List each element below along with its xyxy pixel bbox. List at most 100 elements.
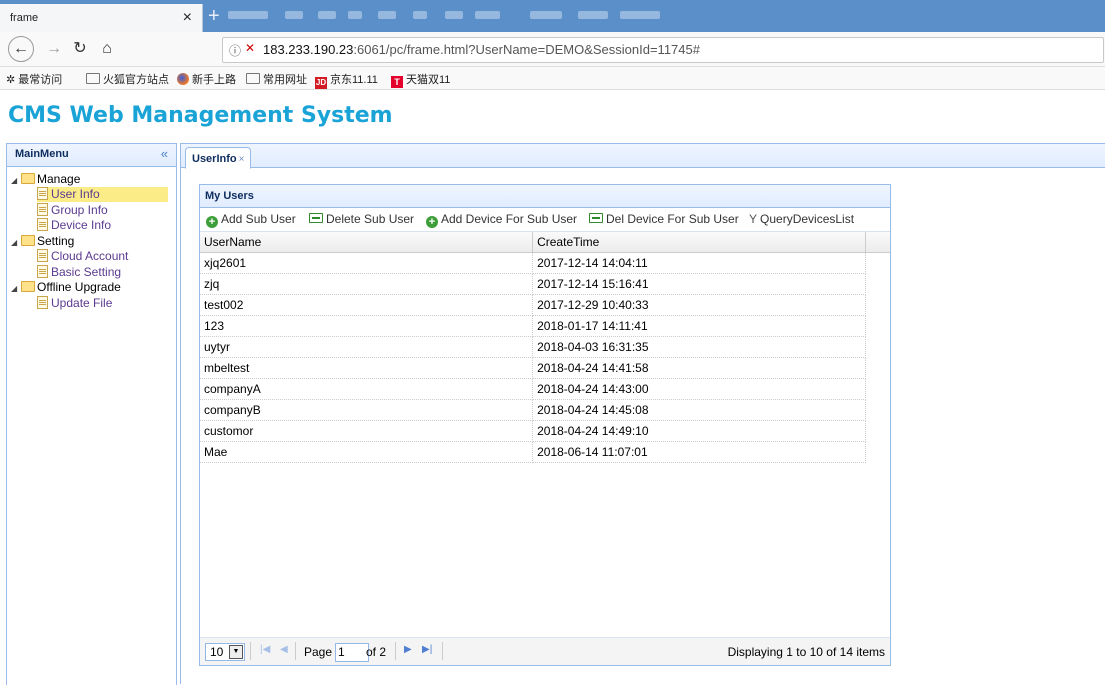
tree-item-update-file[interactable]: Update File [37,296,112,311]
folder-icon [86,73,100,84]
blurred-tab[interactable] [285,11,303,19]
bookmark-jd[interactable]: JD 京东11.11 [315,71,378,89]
url-bar[interactable]: ⓘ ✕ 183.233.190.23:6061/pc/frame.html?Us… [222,37,1104,63]
file-icon [37,296,48,309]
folder-icon [21,235,35,246]
tree-group-offline-upgrade[interactable]: ◢ Offline Upgrade [11,280,121,295]
next-page-icon[interactable]: ▶ [404,644,412,655]
expand-arrow-icon[interactable]: ◢ [11,235,21,250]
grid-title-bar: My Users [200,185,890,208]
column-header-username[interactable]: UserName [200,232,534,253]
reload-icon[interactable]: ↻ [68,38,92,60]
bookmarks-bar: ✲ 最常访问 火狐官方站点 新手上路 常用网址 JD 京东11.11 T 天猫双11 [0,67,1105,90]
tree-item-user-info[interactable]: User Info [37,187,168,202]
separator [250,642,251,660]
insecure-lock-icon[interactable]: ✕ [245,41,255,55]
username-cell: customor [200,420,534,442]
bookmark-common-sites[interactable]: 常用网址 [246,71,307,87]
table-row[interactable]: Mae 2018-06-14 11:07:01 [200,441,890,463]
app-title: CMS Web Management System [8,103,393,128]
blurred-tab[interactable] [445,11,463,19]
blurred-tab[interactable] [413,11,427,19]
blurred-tab[interactable] [228,11,268,19]
username-cell: companyA [200,378,534,400]
url-text: 183.233.190.23:6061/pc/frame.html?UserNa… [263,42,700,57]
add-device-for-sub-user-button[interactable]: + Add Device For Sub User [426,212,577,228]
column-header-createtime[interactable]: CreateTime [532,232,867,253]
createtime-cell: 2018-04-24 14:43:00 [532,378,867,400]
folder-icon [21,281,35,292]
collapse-icon[interactable]: « [161,146,168,161]
username-cell: Mae [200,441,534,463]
blurred-tab[interactable] [348,11,362,19]
prev-page-icon[interactable]: ◀ [280,644,288,655]
createtime-cell: 2018-01-17 14:11:41 [532,315,867,337]
last-page-icon[interactable]: ▶| [422,644,432,655]
info-icon[interactable]: ⓘ [229,42,241,59]
table-row[interactable]: uytyr 2018-04-03 16:31:35 [200,336,890,358]
bookmark-firefox-site[interactable]: 火狐官方站点 [86,71,169,87]
jd-icon: JD [315,77,327,89]
expand-arrow-icon[interactable]: ◢ [11,173,21,188]
delete-sub-user-button[interactable]: Delete Sub User [309,212,414,226]
row-spacer [866,316,890,337]
tab-userinfo[interactable]: UserInfo × [185,147,252,169]
chevron-down-icon[interactable]: ▼ [229,645,243,659]
row-spacer [866,379,890,400]
username-cell: zjq [200,273,534,295]
blurred-tab[interactable] [318,11,336,19]
tree-group-setting[interactable]: ◢ Setting [11,234,74,249]
browser-tab[interactable]: frame × [0,4,203,32]
first-page-icon[interactable]: |◀ [260,644,270,655]
file-icon [37,187,48,200]
main-menu-header: MainMenu « [7,144,176,167]
close-icon[interactable]: × [239,154,245,165]
createtime-cell: 2018-04-24 14:41:58 [532,357,867,379]
tree-group-manage[interactable]: ◢ Manage [11,172,80,187]
tree-item-device-info[interactable]: Device Info [37,218,111,233]
new-tab-icon[interactable]: + [208,5,220,28]
table-row[interactable]: mbeltest 2018-04-24 14:41:58 [200,357,890,379]
bookmark-most-visited[interactable]: ✲ 最常访问 [6,71,62,87]
users-table: UserName CreateTime xjq2601 2017-12-14 14… [200,232,890,463]
add-icon: + [206,216,218,228]
gear-icon: ✲ [6,74,16,86]
username-cell: mbeltest [200,357,534,379]
createtime-cell: 2018-04-03 16:31:35 [532,336,867,358]
content-area: UserInfo × My Users + Add Sub User Delete … [180,143,1105,684]
blurred-tab[interactable] [475,11,500,19]
blurred-tab[interactable] [578,11,608,19]
remove-icon [589,213,603,223]
blurred-tab[interactable] [620,11,660,19]
bookmark-tmall[interactable]: T 天猫双11 [391,71,450,88]
table-row[interactable]: customor 2018-04-24 14:49:10 [200,420,890,442]
page-size-select[interactable]: 10 ▼ [205,643,245,661]
forward-icon[interactable]: → [42,38,66,60]
file-icon [37,265,48,278]
table-row[interactable]: companyA 2018-04-24 14:43:00 [200,378,890,400]
expand-arrow-icon[interactable]: ◢ [11,281,21,296]
bookmark-getting-started[interactable]: 新手上路 [177,71,236,87]
page-number-input[interactable] [335,643,369,662]
del-device-for-sub-user-button[interactable]: Del Device For Sub User [589,212,739,226]
table-row[interactable]: xjq2601 2017-12-14 14:04:11 [200,252,890,274]
add-sub-user-button[interactable]: + Add Sub User [206,212,296,228]
tree-item-group-info[interactable]: Group Info [37,203,108,218]
tree-item-basic-setting[interactable]: Basic Setting [37,265,121,280]
home-icon[interactable]: ⌂ [95,38,119,60]
table-row[interactable]: companyB 2018-04-24 14:45:08 [200,399,890,421]
row-spacer [866,337,890,358]
table-row[interactable]: test002 2017-12-29 10:40:33 [200,294,890,316]
tree-item-cloud-account[interactable]: Cloud Account [37,249,128,264]
table-row[interactable]: 123 2018-01-17 14:11:41 [200,315,890,337]
username-cell: uytyr [200,336,534,358]
main-menu-panel: MainMenu « ◢ Manage User Info Group Info … [6,143,177,685]
remove-icon [309,213,323,223]
table-row[interactable]: zjq 2017-12-14 15:16:41 [200,273,890,295]
file-icon [37,249,48,262]
blurred-tab[interactable] [378,11,396,19]
back-icon[interactable]: ← [8,36,34,62]
close-tab-icon[interactable]: × [183,9,192,27]
query-devices-list-button[interactable]: Y QueryDevicesList [749,212,854,226]
blurred-tab[interactable] [530,11,562,19]
